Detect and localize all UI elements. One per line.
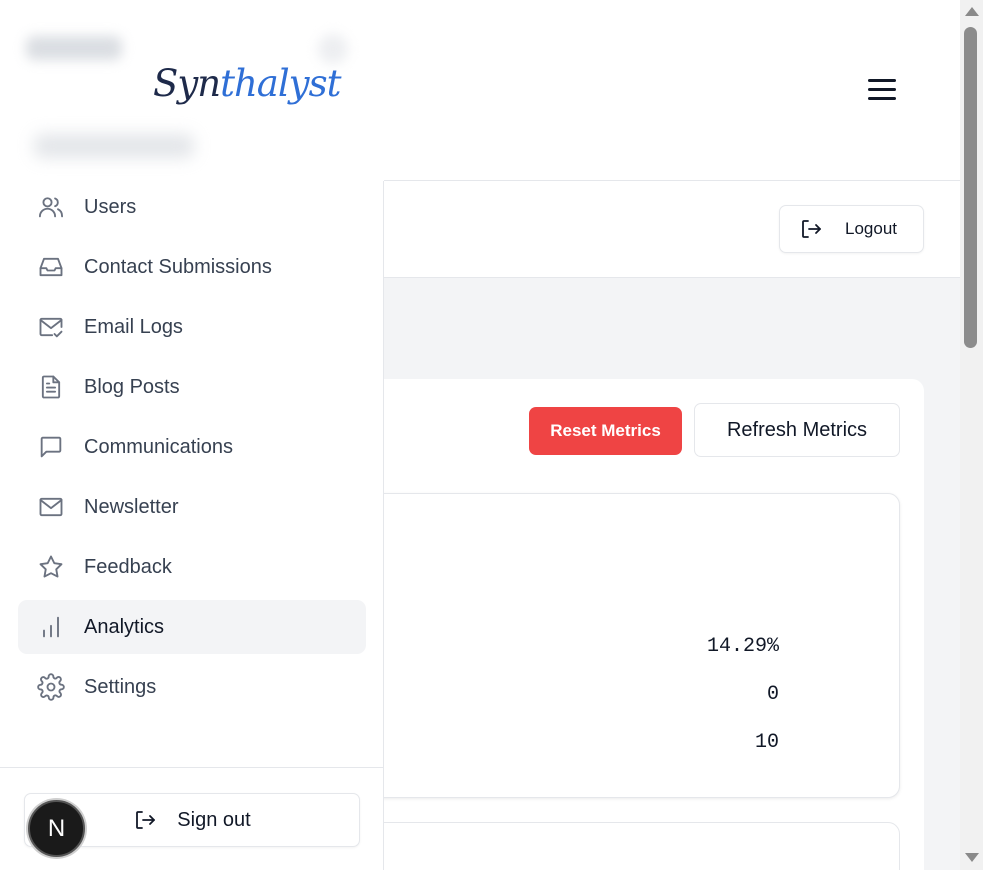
- scroll-down-arrow-icon[interactable]: [965, 853, 979, 862]
- bar-chart-icon: [36, 612, 66, 642]
- sign-out-icon: [136, 811, 156, 829]
- logout-button[interactable]: Logout: [779, 205, 924, 253]
- reset-metrics-button[interactable]: Reset Metrics: [529, 407, 682, 455]
- logout-icon: [802, 220, 821, 238]
- sidebar-item-label: Communications: [84, 435, 233, 458]
- sidebar-item-email-logs[interactable]: Email Logs: [18, 300, 366, 354]
- secondary-card: [320, 822, 900, 870]
- scrollbar[interactable]: [960, 0, 983, 870]
- settings-icon: [36, 672, 66, 702]
- sidebar-item-label: Feedback: [84, 555, 172, 578]
- brand-logo[interactable]: Synthalyst: [153, 62, 341, 105]
- star-icon: [36, 552, 66, 582]
- metric-value: 0: [766, 683, 779, 706]
- scroll-thumb[interactable]: [964, 27, 977, 348]
- sidebar-item-communications[interactable]: Communications: [18, 420, 366, 474]
- refresh-metrics-button[interactable]: Refresh Metrics: [694, 403, 900, 457]
- metric-value: 14.29%: [706, 635, 779, 658]
- sidebar-item-analytics[interactable]: Analytics: [18, 600, 366, 654]
- sidebar-item-newsletter[interactable]: Newsletter: [18, 480, 366, 534]
- logout-label: Logout: [845, 219, 897, 238]
- users-icon: [36, 192, 66, 222]
- dev-tools-badge[interactable]: N: [28, 800, 85, 857]
- message-square-icon: [36, 432, 66, 462]
- sidebar-item-settings[interactable]: Settings: [18, 660, 366, 714]
- sidebar-item-label: Users: [84, 195, 137, 218]
- sidebar-item-label: Blog Posts: [84, 375, 180, 398]
- sidebar-header: Synthalyst: [0, 0, 384, 181]
- sidebar-item-label: Contact Submissions: [84, 255, 272, 278]
- mail-check-icon: [36, 312, 66, 342]
- metrics-summary-card: 14.29% 0 10: [320, 493, 900, 798]
- sidebar-item-label: Analytics: [84, 615, 165, 638]
- sidebar-item-label: Newsletter: [84, 495, 179, 518]
- sidebar-item-label: Settings: [84, 675, 157, 698]
- sidebar-nav: Users Contact Submissions Email Logs Blo…: [18, 180, 366, 720]
- sidebar-item-feedback[interactable]: Feedback: [18, 540, 366, 594]
- sign-out-label: Sign out: [177, 808, 251, 831]
- sidebar-item-label: Email Logs: [84, 315, 183, 338]
- sidebar-item-contact-submissions[interactable]: Contact Submissions: [18, 240, 366, 294]
- sidebar-item-users[interactable]: Users: [18, 180, 366, 234]
- metric-value: 10: [754, 731, 779, 754]
- file-text-icon: [36, 372, 66, 402]
- mail-icon: [36, 492, 66, 522]
- sidebar-drawer: Synthalyst Users Contact Submissions Ema…: [0, 0, 384, 870]
- menu-icon[interactable]: [866, 76, 898, 104]
- sidebar-item-blog-posts[interactable]: Blog Posts: [18, 360, 366, 414]
- scroll-up-arrow-icon[interactable]: [965, 7, 979, 16]
- inbox-icon: [36, 252, 66, 282]
